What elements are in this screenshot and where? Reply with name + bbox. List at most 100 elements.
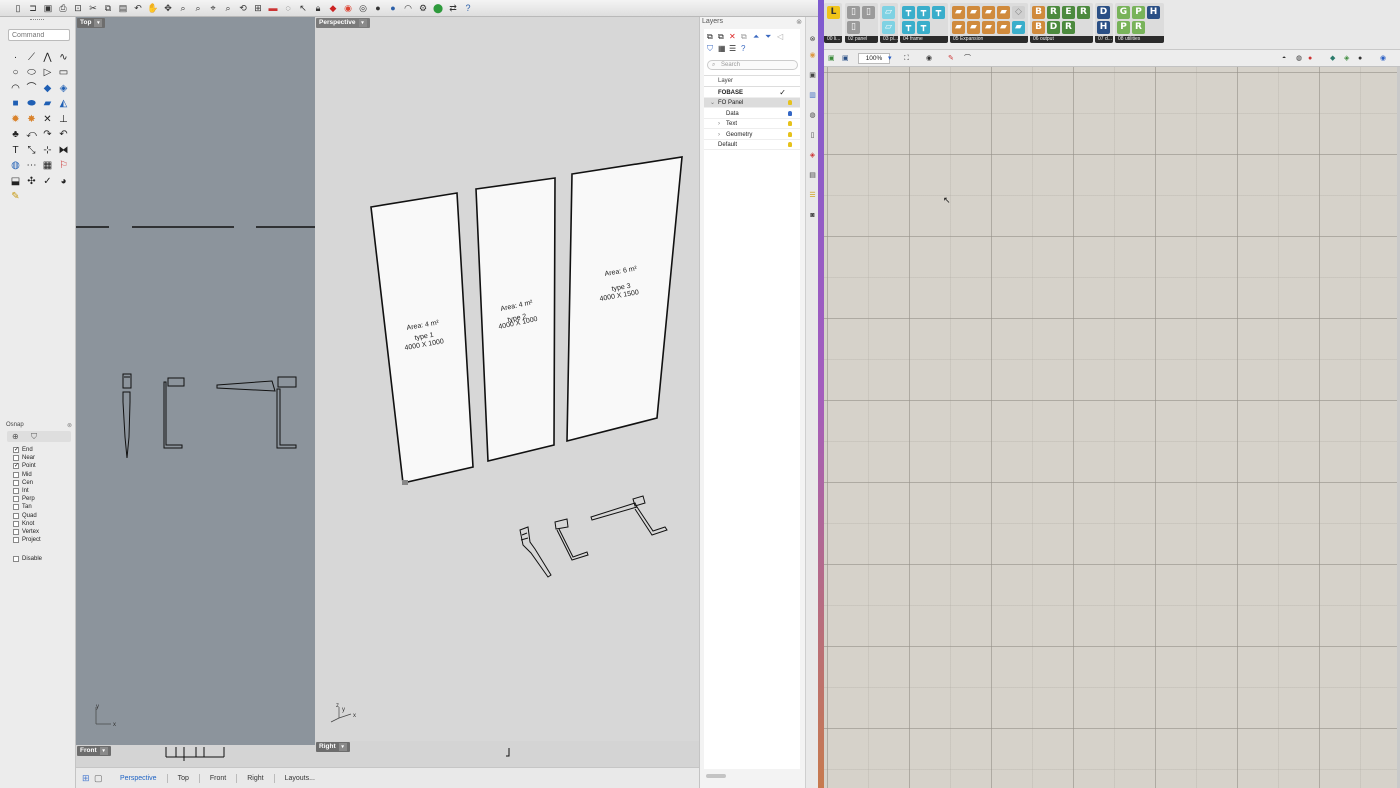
component-icon[interactable]: L bbox=[827, 6, 840, 19]
light-icon[interactable]: ◠ bbox=[402, 2, 414, 14]
layer-row[interactable]: ⌄ FO Panel bbox=[704, 98, 800, 109]
grid-array-icon[interactable]: ⋯ bbox=[24, 159, 39, 175]
component-icon[interactable]: ▰ bbox=[967, 21, 980, 34]
viewport-top[interactable]: Top ▾ y x bbox=[76, 17, 315, 745]
component-group[interactable]: ▯ ▯ ▯ 02 panel bbox=[845, 3, 878, 43]
table-icon[interactable]: ▦ bbox=[718, 45, 726, 53]
move-out-icon[interactable]: ◁ bbox=[777, 33, 783, 41]
color-wheel-icon[interactable]: ◉ bbox=[342, 2, 354, 14]
layer-icon[interactable]: ◆ bbox=[327, 2, 339, 14]
filter-icon[interactable]: ⛉ bbox=[31, 432, 37, 442]
component-icon[interactable]: B bbox=[1032, 21, 1045, 34]
surface-tool-icon[interactable]: ◆ bbox=[40, 81, 55, 97]
sphere-tool-icon[interactable]: ◕ bbox=[56, 174, 71, 190]
render-tool-icon[interactable]: ⚐ bbox=[56, 159, 71, 175]
four-view-icon[interactable]: ⊞ bbox=[252, 2, 264, 14]
ortho-icon[interactable]: ⊡ bbox=[72, 2, 84, 14]
options-gear-icon[interactable]: ⚙ bbox=[417, 2, 429, 14]
close-icon[interactable]: ⊗ bbox=[67, 422, 72, 429]
component-group[interactable]: L 00 li... bbox=[824, 3, 842, 43]
osnap-item-mid[interactable]: Mid bbox=[13, 471, 32, 479]
bake-icon[interactable]: ◆ bbox=[1330, 53, 1335, 64]
component-group[interactable]: ▰ ▰ ▰ ▰ ◇ ▰ ▰ ▰ ▰ ▰ 05 Expansion bbox=[950, 3, 1028, 43]
array-tool-icon[interactable]: ⊹ bbox=[40, 143, 55, 159]
component-icon[interactable]: ▯ bbox=[862, 6, 875, 19]
layer-column-header[interactable]: Layer bbox=[704, 75, 800, 87]
notes-icon[interactable]: ☰ bbox=[808, 191, 817, 200]
component-icon[interactable]: ▰ bbox=[997, 6, 1010, 19]
component-icon[interactable]: ▰ bbox=[997, 21, 1010, 34]
component-icon[interactable]: R bbox=[1047, 6, 1060, 19]
transform-tool-icon[interactable]: ✣ bbox=[24, 174, 39, 190]
component-icon[interactable]: P bbox=[1117, 21, 1130, 34]
zoom-extents-icon[interactable]: ⛶ bbox=[904, 53, 909, 64]
materials-icon[interactable]: ◍ bbox=[808, 111, 817, 120]
paste-icon[interactable]: ▤ bbox=[117, 2, 129, 14]
shaded-sphere-icon[interactable]: ● bbox=[372, 2, 384, 14]
component-icon[interactable]: P bbox=[1132, 6, 1145, 19]
component-group[interactable]: B R E R B D R 06 output bbox=[1030, 3, 1093, 43]
tab-front[interactable]: Front bbox=[200, 773, 238, 783]
component-group[interactable]: G P H P R 08 utilities bbox=[1115, 3, 1164, 43]
group-tool-icon[interactable]: ♣ bbox=[8, 128, 23, 144]
chevron-right-icon[interactable]: › bbox=[718, 119, 720, 129]
curve-tool-icon[interactable]: ∿ bbox=[56, 50, 71, 66]
analyze-grid-icon[interactable]: ▦ bbox=[40, 159, 55, 175]
tab-single-icon[interactable]: ▢ bbox=[94, 773, 110, 784]
point-tool-icon[interactable]: · bbox=[8, 50, 23, 66]
print-icon[interactable]: ⎙ bbox=[57, 2, 69, 14]
component-icon[interactable]: ▯ bbox=[847, 21, 860, 34]
pan-icon[interactable]: ✋ bbox=[147, 2, 159, 14]
component-icon[interactable]: ▰ bbox=[952, 6, 965, 19]
component-icon[interactable]: H bbox=[1147, 6, 1160, 19]
lock-icon[interactable]: 🔒︎ bbox=[312, 2, 324, 14]
new-sublayer-icon[interactable]: ⧉ bbox=[718, 33, 724, 41]
osnap-item-perp[interactable]: Perp bbox=[13, 495, 35, 503]
render-sphere-icon[interactable]: ◎ bbox=[357, 2, 369, 14]
component-icon[interactable]: R bbox=[1062, 21, 1075, 34]
command-input[interactable] bbox=[8, 29, 70, 41]
camera-icon[interactable]: ◙ bbox=[808, 211, 817, 220]
osnap-item-knot[interactable]: Knot bbox=[13, 520, 34, 528]
sketch-icon[interactable]: ✎ bbox=[948, 53, 954, 64]
lasso-icon[interactable]: ◌ bbox=[282, 2, 294, 14]
sphere-icon[interactable]: ● bbox=[1358, 53, 1362, 64]
component-icon[interactable]: ▰ bbox=[1012, 21, 1025, 34]
component-icon[interactable]: R bbox=[1132, 21, 1145, 34]
copy-icon[interactable]: ⧉ bbox=[102, 2, 114, 14]
horizontal-scrollbar[interactable] bbox=[706, 774, 726, 778]
extrude-tool-icon[interactable]: ▰ bbox=[40, 97, 55, 113]
layer-row[interactable]: FOBASE ✓ bbox=[704, 88, 800, 98]
new-layer-icon[interactable]: ⧉ bbox=[707, 33, 713, 41]
layer-row[interactable]: › Geometry bbox=[704, 130, 800, 140]
osnap-item-near[interactable]: Near bbox=[13, 454, 35, 462]
mirror-tool-icon[interactable]: ⧓ bbox=[56, 143, 71, 159]
zoom-icon[interactable]: ⌕ bbox=[177, 2, 189, 14]
checkbox[interactable] bbox=[13, 529, 19, 535]
wireframe-icon[interactable]: ◍ bbox=[1296, 53, 1302, 64]
chevron-down-icon[interactable]: ▾ bbox=[888, 53, 892, 64]
osnap-disable[interactable]: Disable bbox=[13, 555, 42, 563]
component-icon[interactable]: ◇ bbox=[1012, 6, 1025, 19]
layer-visibility-bulb-icon[interactable] bbox=[788, 142, 792, 147]
boolean-union-icon[interactable]: ✹ bbox=[8, 112, 23, 128]
tab-grid-icon[interactable]: ⊞ bbox=[82, 773, 94, 784]
display-icon[interactable]: ▣ bbox=[808, 71, 817, 80]
viewport-right[interactable]: Right ▾ bbox=[315, 741, 699, 767]
osnap-item-end[interactable]: ✓ End bbox=[13, 446, 33, 454]
duplicate-layer-icon[interactable]: ⧉ bbox=[741, 33, 747, 41]
component-icon[interactable]: E bbox=[1062, 6, 1075, 19]
zoom-selected-icon[interactable]: ⌕ bbox=[222, 2, 234, 14]
osnap-item-quad[interactable]: Quad bbox=[13, 512, 37, 520]
component-icon[interactable]: ▯ bbox=[847, 6, 860, 19]
render-icon[interactable]: ◈ bbox=[808, 151, 817, 160]
checkbox[interactable] bbox=[13, 496, 19, 503]
checkbox[interactable] bbox=[13, 471, 19, 478]
layer-row[interactable]: › Text bbox=[704, 119, 800, 130]
component-icon[interactable]: ┳ bbox=[932, 6, 945, 19]
component-icon[interactable]: G bbox=[1117, 6, 1130, 19]
toolbar-arrows-icon[interactable]: ⇄ bbox=[447, 2, 459, 14]
new-file-icon[interactable]: ▯ bbox=[12, 2, 24, 14]
canvas-options-icon[interactable]: ◉ bbox=[1380, 53, 1386, 64]
component-icon[interactable]: ▱ bbox=[882, 21, 895, 34]
